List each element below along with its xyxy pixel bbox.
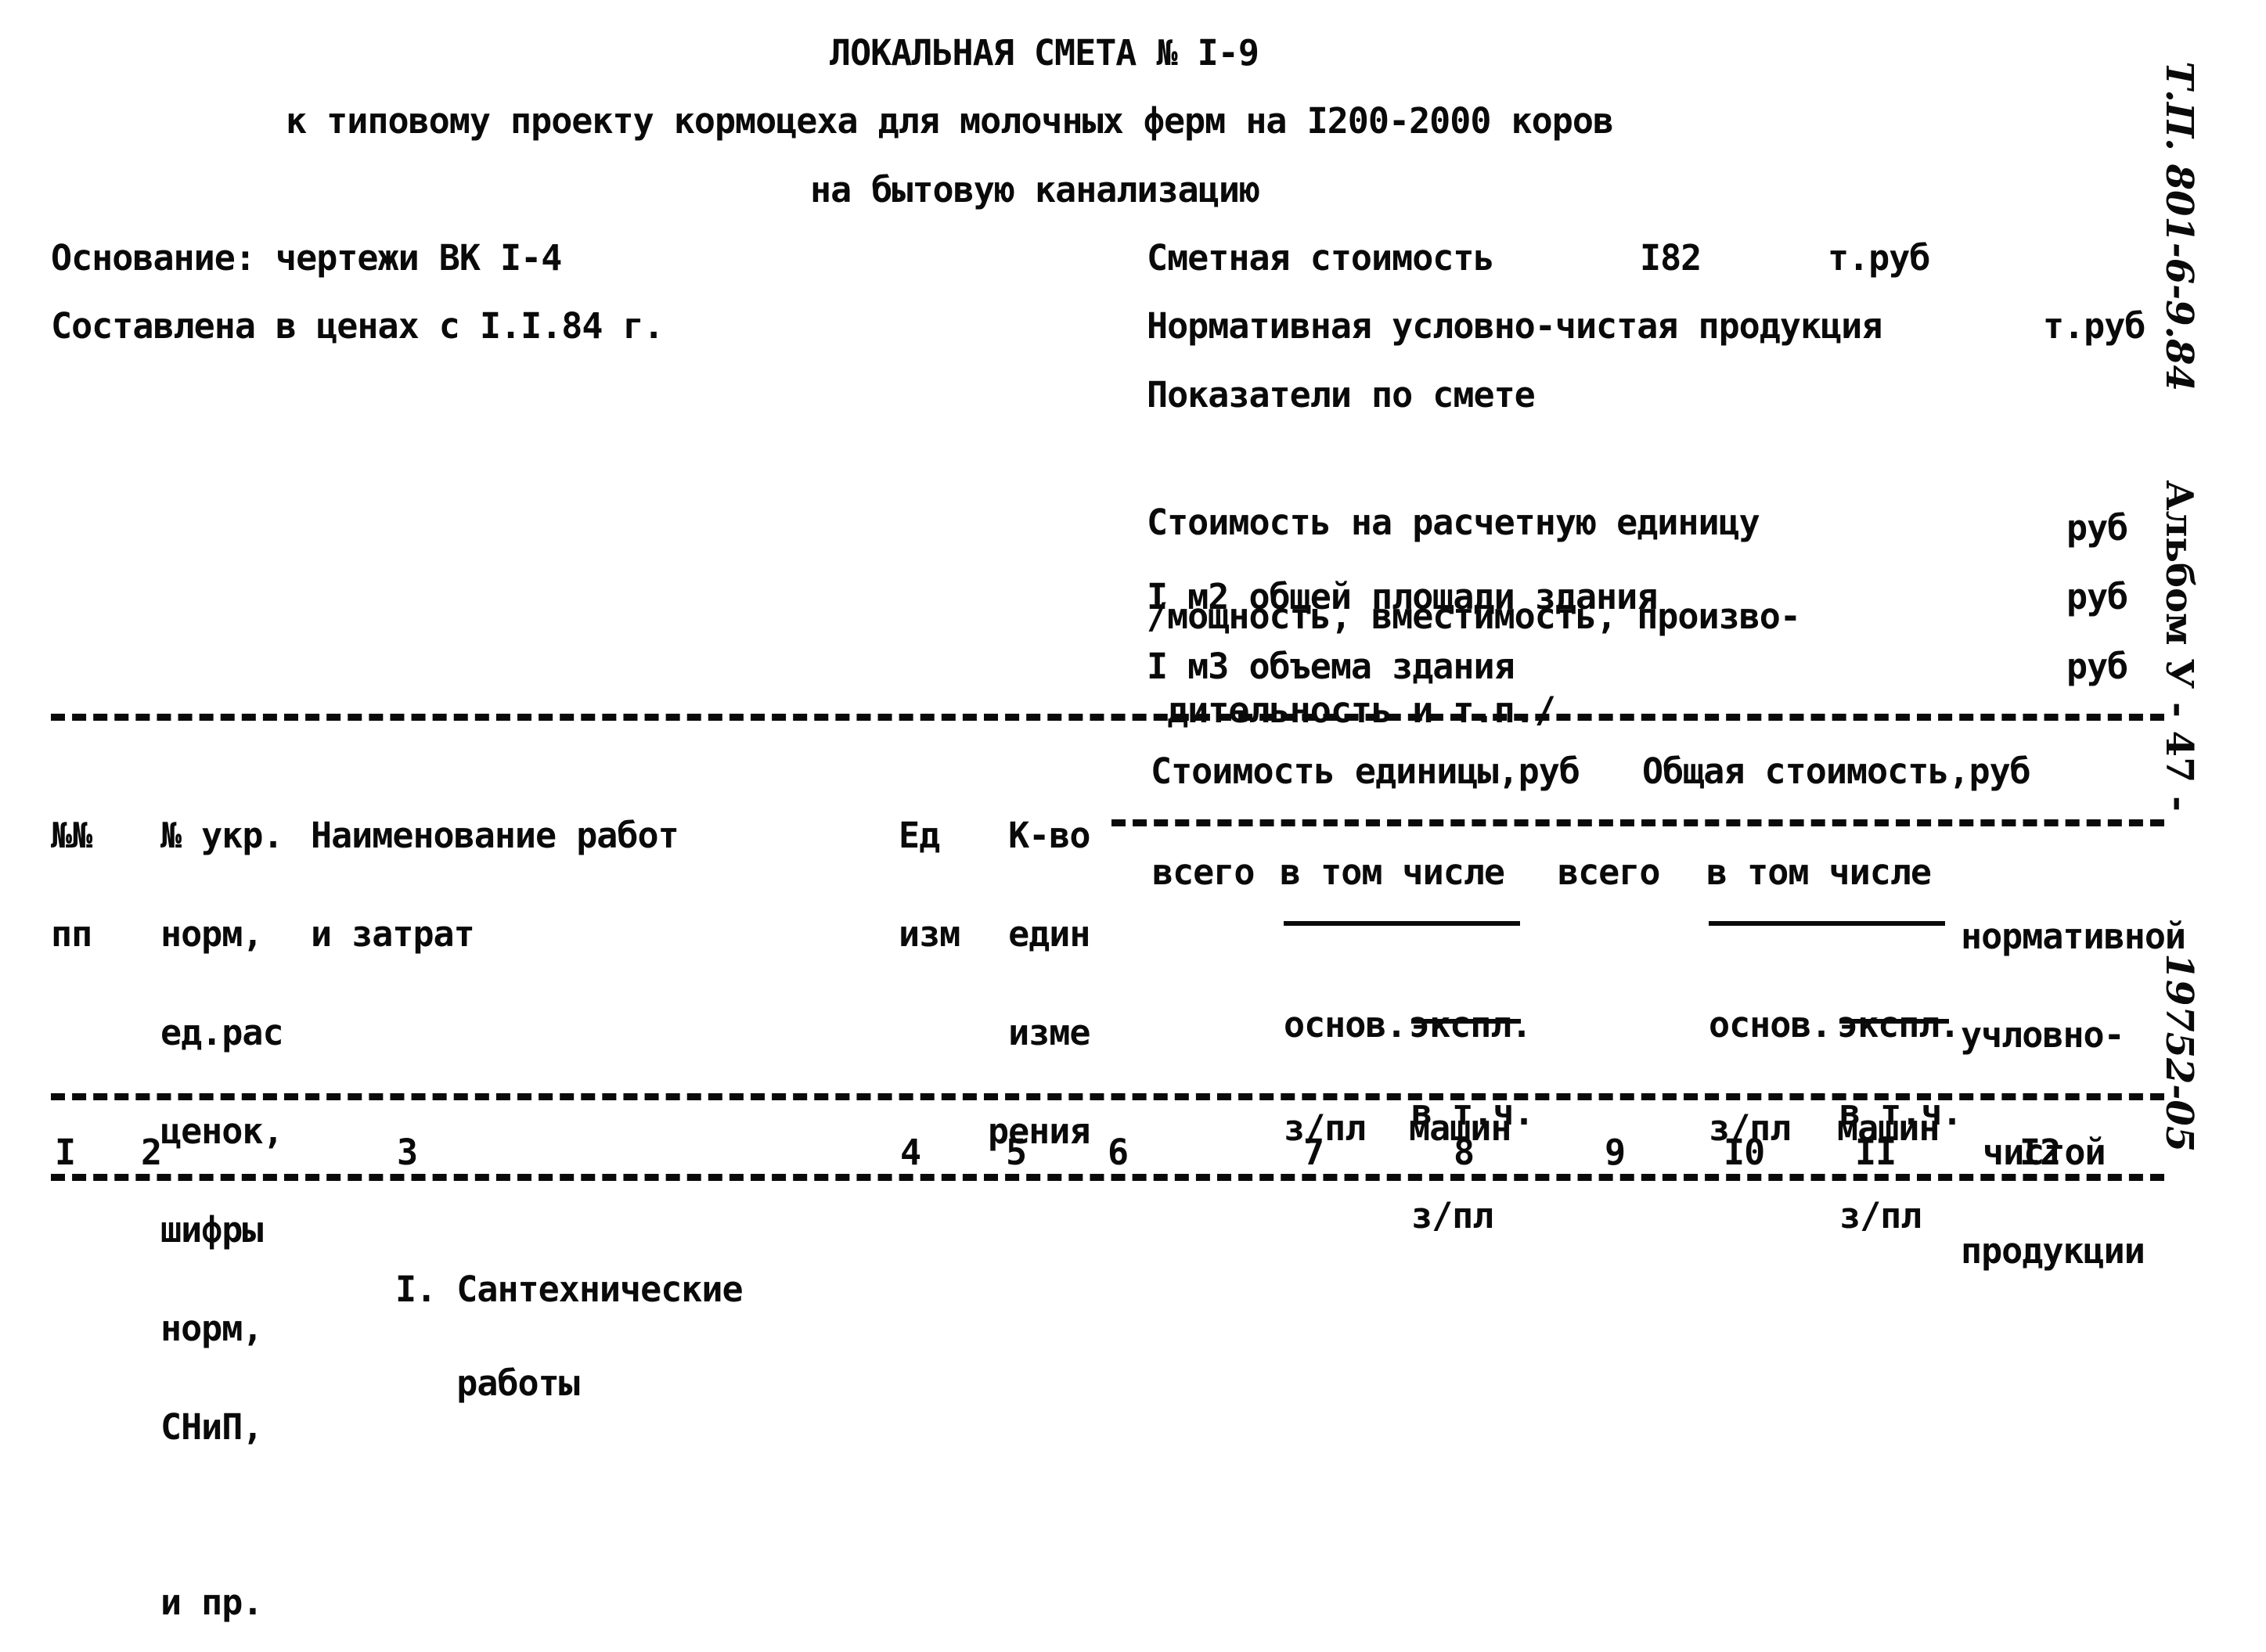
header-qty-line: рения: [988, 1110, 1090, 1152]
unit-cost-line1: Стоимость на расчетную единицу: [1147, 502, 1760, 543]
doc-number-text: 19752-05: [2157, 953, 2201, 1153]
header-unit-total: всего: [1152, 851, 1255, 893]
header-col-unit: Ед изм: [899, 754, 960, 984]
section-heading: I. Сантехнические работы: [395, 1211, 744, 1431]
header-bottom-divider: [51, 1093, 2164, 1100]
header-norm-line: норм,: [160, 913, 263, 955]
column-number: 5: [1006, 1132, 1027, 1173]
normative-unit: т.руб: [2043, 305, 2145, 347]
header-unit-line1: Ед: [899, 815, 940, 856]
document-subtitle: к типовому проекту кормоцеха для молочны…: [286, 100, 1614, 142]
normative-line4: продукции: [1961, 1230, 2145, 1272]
header-total-machines-rule: [1839, 1019, 1949, 1024]
basis-foundation: Основание: чертежи ВК I-4: [51, 237, 562, 279]
unit-cost-line3: дительность и т.п./: [1147, 689, 1556, 731]
header-work-name-line1: Наименование работ: [311, 815, 679, 856]
header-col-number-line1: №№: [51, 815, 92, 856]
estimated-cost-label: Сметная стоимость: [1147, 237, 1495, 279]
header-total-including-rule: [1709, 921, 1945, 926]
incl-wage-line2: з/пл: [1411, 1195, 1493, 1236]
header-work-name-line2: и затрат: [311, 913, 475, 955]
header-group-divider: [1111, 819, 2164, 826]
header-norm-line: ед.рас: [160, 1012, 284, 1053]
column-number: II: [1855, 1132, 1897, 1173]
column-number: 3: [397, 1132, 418, 1173]
basic-wage-line1: основ.: [1284, 1004, 1407, 1046]
album-text: Альбом У - 47 -: [2157, 480, 2201, 812]
column-number: 4: [900, 1132, 921, 1173]
document-subtitle-2: на бытовую канализацию: [810, 169, 1260, 211]
area-unit: руб: [2066, 576, 2128, 617]
header-unit-line2: изм: [899, 913, 960, 955]
header-unit-basic-wage: основ. з/пл: [1284, 939, 1407, 1180]
header-qty-line: един: [1008, 913, 1090, 955]
estimated-cost-value: I82: [1640, 237, 1702, 279]
header-unit-including-rule: [1284, 921, 1520, 926]
basic-wage-line2: з/пл: [1284, 1107, 1366, 1149]
basis-prices: Составлена в ценах с I.I.84 г.: [51, 305, 665, 347]
normative-line2: учловно-: [1961, 1014, 2125, 1056]
header-normative-product: нормативной учловно- чистой продукции: [1961, 855, 2186, 1301]
header-qty-line: К-во: [1008, 815, 1090, 856]
normative-label: Нормативная условно-чистая продукция: [1147, 305, 1882, 347]
basic-wage-line1: основ.: [1709, 1004, 1832, 1046]
column-number: I0: [1724, 1132, 1765, 1173]
incl-wage-line1: в т.ч.: [1411, 1092, 1535, 1133]
normative-line1: нормативной: [1961, 916, 2186, 957]
header-norm-line: СНиП,: [160, 1406, 263, 1448]
margin-doc-number: 19752-05: [2157, 927, 2245, 1152]
column-number: 7: [1303, 1132, 1324, 1173]
column-number: 2: [141, 1132, 162, 1173]
unit-cost-unit: руб: [2066, 507, 2128, 549]
section-title-line2: работы: [395, 1362, 580, 1404]
header-col-work-name: Наименование работ и затрат: [311, 754, 679, 984]
estimated-cost-unit: т.руб: [1828, 237, 1930, 279]
incl-wage-line1: в т.ч.: [1839, 1092, 1963, 1133]
column-number: I2: [2019, 1132, 2061, 1173]
indicators-label: Показатели по смете: [1147, 374, 1536, 416]
volume-label: I м3 объема здания: [1147, 646, 1515, 687]
area-label: I м2 общей площади здания: [1147, 576, 1658, 617]
header-total-including: в том числе: [1706, 851, 1932, 893]
column-number: 9: [1605, 1132, 1626, 1173]
table-top-divider: [51, 714, 2164, 721]
column-number: 6: [1108, 1132, 1129, 1173]
normative-line3: чистой: [1983, 1132, 2106, 1173]
column-numbers-divider: [51, 1174, 2164, 1181]
header-col-norm-code: № укр. норм, ед.рас ценок, шифры норм, С…: [160, 754, 284, 1652]
header-norm-line: № укр.: [160, 815, 284, 856]
header-col-number-line2: пп: [51, 913, 92, 955]
header-unit-including: в том числе: [1280, 851, 1505, 893]
header-col-number: №№ пп: [51, 754, 92, 984]
header-norm-line: норм,: [160, 1308, 263, 1349]
header-unit-machines-rule: [1411, 1019, 1521, 1024]
project-code-text: Т.П. 801-6-9.84: [2157, 61, 2201, 391]
header-col-quantity: К-во един изме рения: [988, 754, 1090, 1181]
header-qty-line: изме: [1008, 1012, 1090, 1053]
header-unit-cost-group: Стоимость единицы,руб: [1151, 750, 1580, 792]
header-total-total: всего: [1558, 851, 1660, 893]
volume-unit: руб: [2066, 646, 2128, 687]
margin-project-code: Т.П. 801-6-9.84: [2157, 35, 2245, 391]
document-title: ЛОКАЛЬНАЯ СМЕТА № I-9: [830, 32, 1259, 74]
header-total-cost-group: Общая стоимость,руб: [1642, 750, 2031, 792]
header-norm-line: шифры: [160, 1209, 263, 1251]
column-number: 8: [1454, 1132, 1475, 1173]
margin-album: Альбом У - 47 -: [2157, 454, 2245, 812]
section-title-line1: I. Сантехнические: [395, 1269, 744, 1310]
incl-wage-line2: з/пл: [1839, 1195, 1922, 1236]
column-number: I: [55, 1132, 76, 1173]
header-norm-line: и пр.: [160, 1582, 263, 1623]
header-norm-line: ценок,: [160, 1110, 284, 1152]
